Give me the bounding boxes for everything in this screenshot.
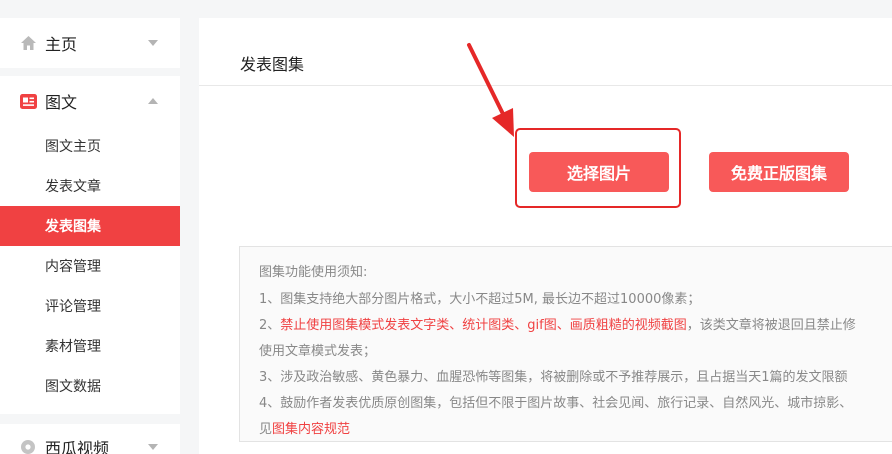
nav-item-xigua-video-label: 西瓜视频: [45, 439, 110, 454]
chevron-up-icon: [148, 98, 158, 104]
chevron-down-icon: [148, 40, 158, 46]
sidebar-item-label: 发表文章: [45, 179, 101, 195]
sidebar-item-label: 评论管理: [45, 299, 101, 315]
nav-item-home[interactable]: 主页: [0, 18, 180, 68]
sidebar-item-label: 图文主页: [45, 139, 101, 155]
sidebar-item-publish-gallery[interactable]: 发表图集: [0, 206, 180, 246]
graphic-text-icon: [19, 92, 37, 110]
nav-item-graphic[interactable]: 图文: [0, 76, 180, 126]
free-gallery-button[interactable]: 免费正版图集: [709, 152, 849, 192]
gallery-content-guidelines-link[interactable]: 图集内容规范: [272, 422, 350, 437]
notice-line-2-prefix: 2、: [259, 318, 281, 333]
sidebar-item-comment-management[interactable]: 评论管理: [0, 286, 180, 326]
notice-line-2-suffix: ，该类文章将被退回且禁止修: [686, 318, 856, 333]
sidebar: 主页 图文 图文主页 发表文章 发表图集 内容管理 评论管理 素材管理 图文数据: [0, 0, 180, 454]
notice-line-1: 1、图集支持绝大部分图片格式，大小不超过5M, 最长边不超过10000像素；: [259, 292, 701, 307]
sidebar-item-label: 发表图集: [45, 219, 101, 235]
nav-item-home-label: 主页: [45, 35, 78, 54]
sidebar-item-graphic-data[interactable]: 图文数据: [0, 366, 180, 406]
title-divider: [199, 85, 892, 86]
notice-heading: 图集功能使用须知:: [259, 265, 368, 280]
chevron-down-icon: [148, 444, 158, 450]
nav-card-home: 主页: [0, 18, 180, 68]
sidebar-item-label: 素材管理: [45, 339, 101, 355]
notice-line-2: 2、禁止使用图集模式发表文字类、统计图类、gif图、画质粗糙的视频截图，该类文章…: [259, 314, 856, 333]
page-title: 发表图集: [240, 55, 305, 74]
nav-card-graphic: 图文 图文主页 发表文章 发表图集 内容管理 评论管理 素材管理 图文数据: [0, 76, 180, 414]
sidebar-item-label: 图文数据: [45, 379, 101, 395]
xigua-video-icon: [19, 438, 37, 454]
sidebar-item-graphic-home[interactable]: 图文主页: [0, 126, 180, 166]
nav-item-graphic-label: 图文: [45, 93, 78, 112]
home-icon: [19, 34, 37, 52]
nav-card-video: 西瓜视频: [0, 424, 180, 454]
notice-line-2-warning: 禁止使用图集模式发表文字类、统计图类、gif图、画质粗糙的视频截图: [280, 318, 687, 333]
usage-notice: 图集功能使用须知: 1、图集支持绝大部分图片格式，大小不超过5M, 最长边不超过…: [239, 246, 892, 442]
notice-line-4-prefix: 见: [259, 422, 273, 437]
main-panel: 发表图集 选择图片 免费正版图集 图集功能使用须知: 1、图集支持绝大部分图片格…: [199, 18, 892, 454]
notice-line-3: 3、涉及政治敏感、黄色暴力、血腥恐怖等图集，将被删除或不予推荐展示，且占据当天1…: [259, 370, 848, 385]
notice-line-2-cont: 使用文章模式发表；: [259, 344, 377, 359]
sidebar-item-content-management[interactable]: 内容管理: [0, 246, 180, 286]
notice-line-4-cont: 见图集内容规范: [259, 418, 350, 437]
nav-item-xigua-video[interactable]: 西瓜视频: [0, 424, 180, 454]
select-image-button[interactable]: 选择图片: [529, 152, 669, 192]
notice-line-4: 4、鼓励作者发表优质原创图集，包括但不限于图片故事、社会见闻、旅行记录、自然风光…: [259, 396, 853, 411]
sidebar-item-material-management[interactable]: 素材管理: [0, 326, 180, 366]
sidebar-item-label: 内容管理: [45, 259, 101, 275]
sidebar-item-publish-article[interactable]: 发表文章: [0, 166, 180, 206]
